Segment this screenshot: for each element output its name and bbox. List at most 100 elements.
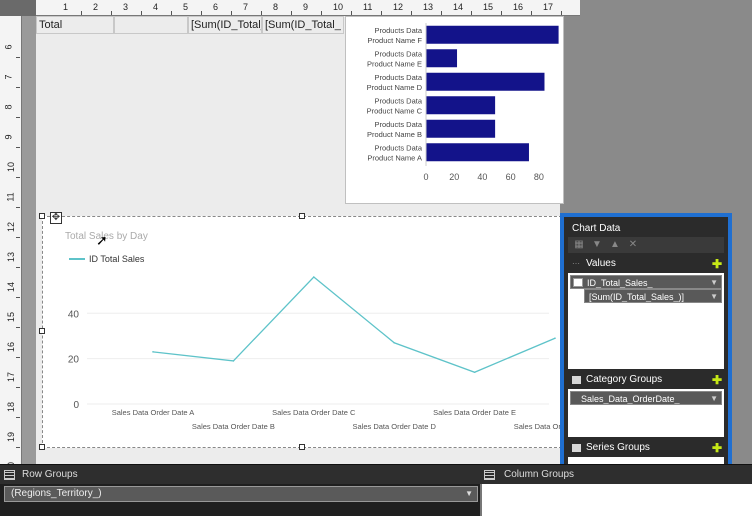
ruler-number: 15: [483, 2, 494, 12]
ruler-tick: [16, 357, 20, 358]
y-tick-label: 20: [68, 355, 80, 366]
y-tick-label: 40: [68, 309, 80, 320]
ruler-number: 6: [3, 44, 14, 50]
ruler-number: 15: [6, 311, 17, 323]
ruler-number: 7: [243, 2, 249, 12]
ruler-tick: [16, 57, 20, 58]
ruler-tick: [16, 117, 20, 118]
ruler-tick: [16, 327, 20, 328]
bar-category-label: Products Data: [374, 49, 422, 58]
report-designer: 1 2 3 4 5 6 7 8 9 10 11 12 13 14 15 16 17 6 7 8 9 10 11 12 13 14…: [0, 0, 752, 516]
bar-x-tick-label: 0: [423, 172, 428, 182]
resize-handle[interactable]: [39, 328, 45, 334]
ruler-tick: [291, 11, 292, 15]
ruler-number: 6: [213, 2, 219, 12]
x-tick-label: Sales Data Order Date C: [272, 408, 356, 417]
ruler-tick: [561, 11, 562, 15]
chart-data-toolbar: ▦ ▼ ▲ ✕: [568, 237, 724, 253]
bar-chart[interactable]: Products Data Product Name F Products Data…: [345, 16, 564, 204]
dropdown-icon[interactable]: ▼: [710, 392, 718, 404]
dropdown-icon[interactable]: ▼: [465, 487, 473, 501]
sum-total-cell[interactable]: [Sum(ID_Total_(: [188, 16, 262, 34]
values-header-label: Values: [586, 258, 616, 269]
line-chart[interactable]: Total Sales by Day ID Total Sales 0 20 40 Sal…: [42, 216, 597, 448]
category-groups-list: Sales_Data_OrderDate_ ▼: [568, 389, 724, 437]
bar-category-label: Products Data: [374, 73, 422, 82]
series-groups-label: Series Groups: [586, 442, 650, 453]
vertical-ruler: 67891011121314151617181920: [0, 16, 22, 478]
ruler-number: 7: [3, 74, 14, 80]
add-category-icon[interactable]: ✚: [712, 373, 722, 387]
series-point: [232, 360, 235, 362]
ruler-tick: [16, 177, 20, 178]
legend-label: ID Total Sales: [89, 254, 145, 264]
value-item[interactable]: ID_Total_Sales_ ▼: [570, 275, 722, 289]
bar-category-label: Product Name D: [367, 83, 423, 92]
bar: [426, 143, 529, 162]
x-tick-label: Sales Data Order Date D: [353, 422, 437, 431]
arrow-up-icon[interactable]: ▲: [610, 240, 620, 250]
ruler-number: 8: [273, 2, 279, 12]
ruler-number: 10: [333, 2, 344, 12]
add-value-icon[interactable]: ✚: [712, 257, 722, 271]
y-tick-label: 0: [73, 400, 79, 411]
column-groups-label: Column Groups: [504, 469, 575, 480]
ruler-number: 12: [6, 221, 17, 233]
sum-total-cell-2[interactable]: [Sum(ID_Total_: [262, 16, 344, 34]
value-item-name: ID_Total_Sales_: [587, 278, 653, 288]
bar: [426, 72, 545, 91]
bar-category-label: Product Name C: [367, 106, 423, 115]
ruler-number: 14: [453, 2, 464, 12]
ruler-number: 13: [6, 251, 17, 263]
ruler-tick: [16, 297, 20, 298]
empty-cell[interactable]: [114, 16, 188, 34]
ruler-number: 5: [183, 2, 189, 12]
category-groups-label: Category Groups: [586, 374, 663, 385]
ruler-number: 12: [393, 2, 404, 12]
ruler-tick: [111, 11, 112, 15]
dropdown-icon[interactable]: ▼: [710, 276, 718, 288]
bar-x-tick-label: 60: [506, 172, 516, 182]
bar-category-label: Products Data: [374, 143, 422, 152]
grid-icon: [572, 376, 581, 384]
row-group-item[interactable]: (Regions_Territory_) ▼: [4, 486, 478, 502]
ruler-tick: [201, 11, 202, 15]
ruler-tick: [321, 11, 322, 15]
ruler-tick: [16, 417, 20, 418]
ruler-tick: [16, 267, 20, 268]
ruler-tick: [381, 11, 382, 15]
row-groups-label: Row Groups: [22, 469, 78, 480]
values-header: ⋯ Values ✚: [568, 257, 724, 271]
bar-category-label: Product Name F: [367, 36, 422, 45]
ruler-tick: [441, 11, 442, 15]
chart-data-panel: Chart Data ▦ ▼ ▲ ✕ ⋯ Values ✚ ID_Total_S…: [560, 213, 732, 474]
mouse-cursor-icon: ➚: [96, 232, 108, 248]
ruler-number: 10: [6, 161, 17, 173]
total-label-cell[interactable]: Total: [36, 16, 114, 34]
resize-handle[interactable]: [299, 444, 305, 450]
ruler-number: 18: [6, 401, 17, 413]
ruler-tick: [471, 11, 472, 15]
bar: [426, 96, 496, 115]
column-groups-list: [482, 484, 752, 516]
dropdown-icon[interactable]: ▼: [710, 290, 718, 302]
resize-handle[interactable]: [299, 213, 305, 219]
horizontal-ruler: 1 2 3 4 5 6 7 8 9 10 11 12 13 14 15 16 17: [36, 0, 580, 16]
series-point: [554, 337, 556, 340]
value-expression[interactable]: [Sum(ID_Total_Sales_)] ▼: [584, 289, 722, 303]
category-item[interactable]: Sales_Data_OrderDate_ ▼: [570, 391, 722, 405]
add-series-icon[interactable]: ✚: [712, 441, 722, 455]
arrow-down-icon[interactable]: ▼: [592, 240, 602, 250]
row-group-label: (Regions_Territory_): [11, 488, 102, 499]
series-point: [473, 371, 476, 374]
grid-icon[interactable]: ▦: [574, 240, 584, 250]
category-groups-header: Category Groups ✚: [568, 373, 724, 387]
move-handle-icon[interactable]: ✥: [50, 212, 62, 224]
ruler-number: 16: [6, 341, 17, 353]
resize-handle[interactable]: [39, 213, 45, 219]
bar: [426, 49, 458, 68]
ruler-number: 11: [363, 2, 373, 12]
ruler-tick: [16, 237, 20, 238]
delete-icon[interactable]: ✕: [628, 240, 638, 250]
resize-handle[interactable]: [39, 444, 45, 450]
